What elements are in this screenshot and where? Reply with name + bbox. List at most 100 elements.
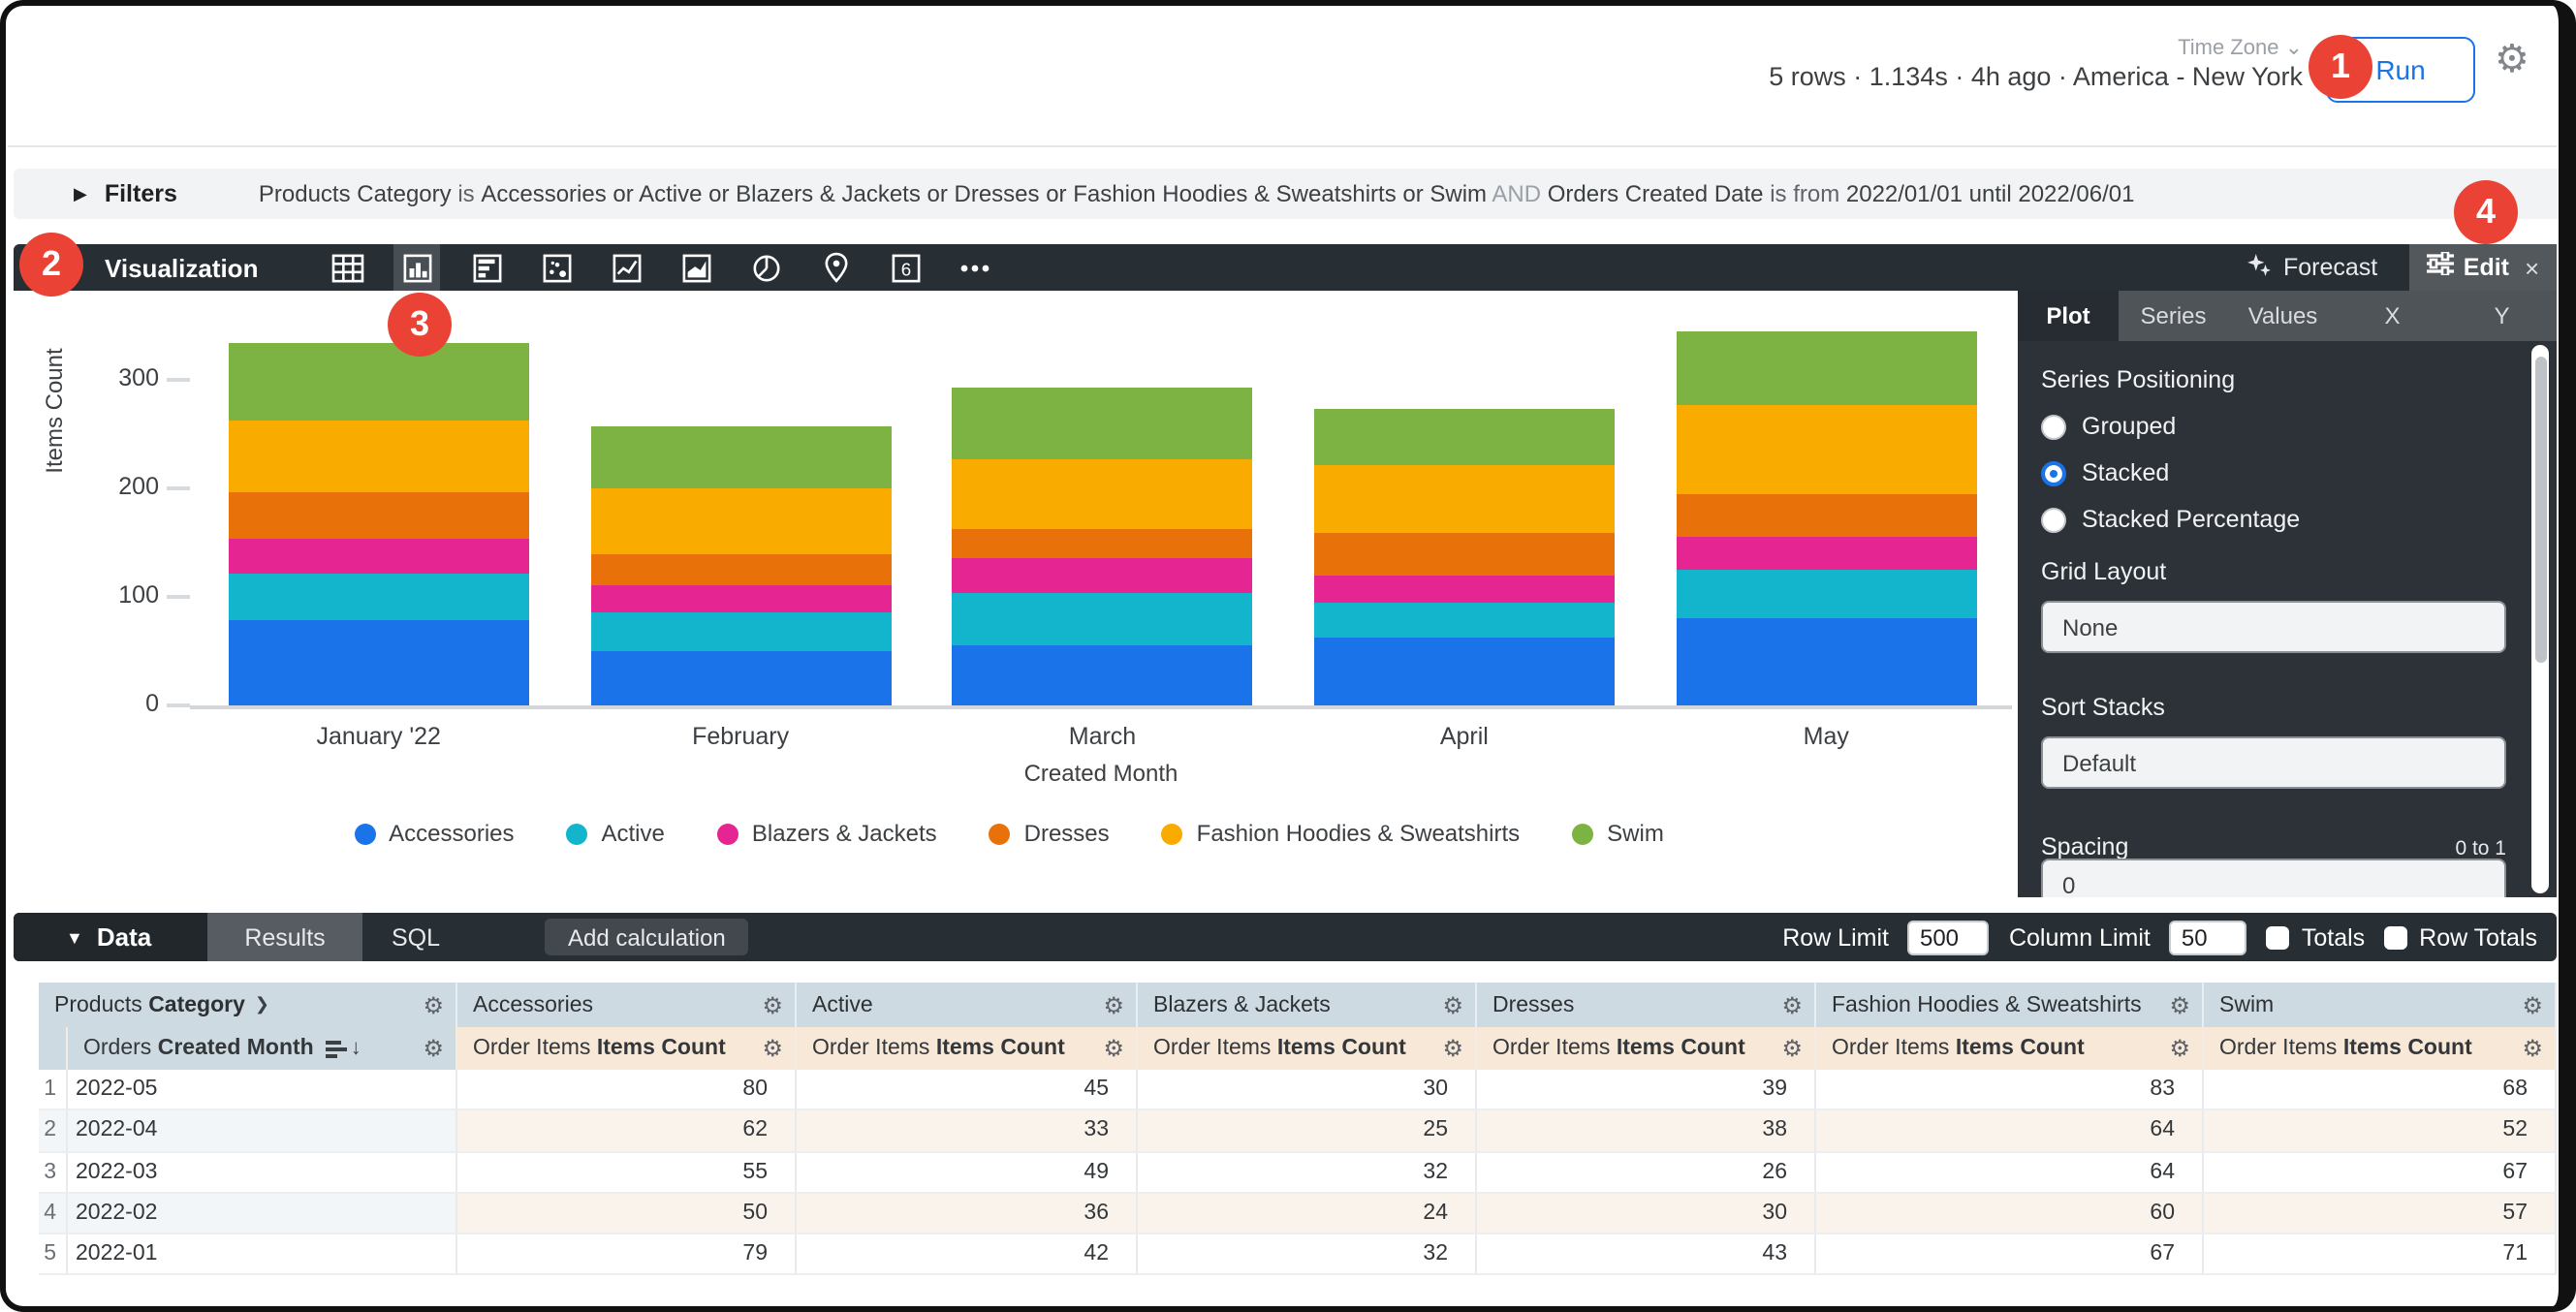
column-gear-icon[interactable]: ⚙ [1103,993,1124,1016]
bar-segment[interactable] [953,388,1253,460]
bar-segment[interactable] [1314,408,1615,464]
stacked-bar[interactable] [1314,408,1615,705]
spacing-input[interactable]: 0 [2041,859,2506,897]
dimension-cell[interactable]: 2022-02 [68,1194,457,1235]
measure-cell[interactable]: 32 [1138,1234,1477,1276]
measure-cell[interactable]: 62 [457,1111,797,1153]
measure-cell[interactable]: 68 [2204,1070,2557,1111]
stacked-bar[interactable] [229,343,529,705]
measure-cell[interactable]: 38 [1477,1111,1816,1153]
measure-cell[interactable]: 30 [1477,1194,1816,1235]
settings-gear-icon[interactable]: ⚙ [2495,41,2529,79]
single-value-icon[interactable]: 6 [882,244,928,291]
measure-cell[interactable]: 80 [457,1070,797,1111]
bar-segment[interactable] [1676,618,1976,705]
pivot-value-header[interactable]: Dresses⚙ [1477,983,1816,1027]
measure-header[interactable]: Order Items Items Count⚙ [2204,1027,2557,1070]
bar-segment[interactable] [1676,405,1976,495]
column-gear-icon[interactable]: ⚙ [1442,993,1463,1016]
column-gear-icon[interactable]: ⚙ [1103,1037,1124,1060]
bar-segment[interactable] [953,592,1253,645]
dimension-cell[interactable]: 2022-03 [68,1152,457,1194]
bar-segment[interactable] [953,530,1253,558]
measure-cell[interactable]: 42 [797,1234,1138,1276]
table-icon[interactable] [324,244,370,291]
tab-values[interactable]: Values [2228,291,2338,341]
bar-segment[interactable] [1314,576,1615,603]
pivot-value-header[interactable]: Active⚙ [797,983,1138,1027]
row-totals-checkbox[interactable] [2384,925,2407,949]
bar-segment[interactable] [229,420,529,492]
measure-cell[interactable]: 60 [1816,1194,2204,1235]
line-chart-icon[interactable] [603,244,649,291]
column-gear-icon[interactable]: ⚙ [2169,1037,2190,1060]
more-icon[interactable] [952,244,998,291]
series-positioning-option[interactable]: Stacked [2041,459,2506,486]
edit-button[interactable]: Edit × [2409,244,2557,291]
stacked-bar[interactable] [590,426,891,705]
stacked-bar[interactable] [953,388,1253,705]
chevron-right-icon[interactable]: ❯ [255,994,269,1015]
dimension-cell[interactable]: 2022-04 [68,1111,457,1153]
dimension-column-header[interactable]: Products Category❯⚙ [39,983,457,1027]
measure-cell[interactable]: 79 [457,1234,797,1276]
column-gear-icon[interactable]: ⚙ [1442,1037,1463,1060]
measure-header[interactable]: Order Items Items Count⚙ [1816,1027,2204,1070]
measure-cell[interactable]: 64 [1816,1152,2204,1194]
legend-item[interactable]: Fashion Hoodies & Sweatshirts [1162,820,1521,847]
bar-segment[interactable] [1676,537,1976,570]
measure-cell[interactable]: 43 [1477,1234,1816,1276]
measure-header[interactable]: Order Items Items Count⚙ [1477,1027,1816,1070]
column-gear-icon[interactable]: ⚙ [1781,993,1803,1016]
measure-cell[interactable]: 49 [797,1152,1138,1194]
add-calculation-button[interactable]: Add calculation [545,919,749,955]
column-gear-icon[interactable]: ⚙ [423,1037,444,1060]
sort-stacks-select[interactable]: Default [2041,736,2506,789]
bar-segment[interactable] [1676,331,1976,405]
measure-header[interactable]: Order Items Items Count⚙ [457,1027,797,1070]
time-zone-selector[interactable]: Time Zone ⌄ [2178,35,2303,60]
bar-segment[interactable] [1676,495,1976,538]
dimension-cell[interactable]: 2022-01 [68,1234,457,1276]
bar-segment[interactable] [1676,570,1976,618]
measure-cell[interactable]: 64 [1816,1111,2204,1153]
series-positioning-option[interactable]: Grouped [2041,413,2506,440]
bar-segment[interactable] [229,343,529,421]
legend-item[interactable]: Active [567,820,665,847]
grid-layout-select[interactable]: None [2041,601,2506,653]
measure-header[interactable]: Order Items Items Count⚙ [797,1027,1138,1070]
column-gear-icon[interactable]: ⚙ [423,993,444,1016]
totals-checkbox[interactable] [2267,925,2290,949]
bar-segment[interactable] [590,553,891,586]
pie-chart-icon[interactable] [742,244,789,291]
pivot-value-header[interactable]: Fashion Hoodies & Sweatshirts⚙ [1816,983,2204,1027]
series-positioning-option[interactable]: Stacked Percentage [2041,506,2506,533]
pivot-value-header[interactable]: Accessories⚙ [457,983,797,1027]
data-section-toggle[interactable]: ▼ Data [14,913,207,961]
close-icon[interactable]: × [2525,253,2539,282]
measure-cell[interactable]: 32 [1138,1152,1477,1194]
measure-cell[interactable]: 30 [1138,1070,1477,1111]
bar-segment[interactable] [590,612,891,651]
bar-segment[interactable] [590,488,891,553]
bar-segment[interactable] [953,645,1253,705]
measure-cell[interactable]: 67 [2204,1152,2557,1194]
measure-cell[interactable]: 71 [2204,1234,2557,1276]
measure-cell[interactable]: 39 [1477,1070,1816,1111]
filters-bar[interactable]: ▶ Filters Products Category is Accessori… [14,169,2562,219]
legend-item[interactable]: Dresses [990,820,1110,847]
bar-segment[interactable] [229,574,529,619]
bar-segment[interactable] [953,558,1253,593]
column-gear-icon[interactable]: ⚙ [1781,1037,1803,1060]
stacked-bar[interactable] [1676,331,1976,705]
filters-expand-caret-icon[interactable]: ▶ [74,183,87,204]
measure-cell[interactable]: 83 [1816,1070,2204,1111]
pivot-value-header[interactable]: Swim⚙ [2204,983,2557,1027]
measure-cell[interactable]: 45 [797,1070,1138,1111]
bar-segment[interactable] [590,426,891,488]
measure-cell[interactable]: 50 [457,1194,797,1235]
measure-cell[interactable]: 33 [797,1111,1138,1153]
dimension-cell[interactable]: 2022-05 [68,1070,457,1111]
bar-segment[interactable] [1314,534,1615,576]
dimension-field-header[interactable]: Orders Created Month↓⚙ [68,1027,457,1070]
